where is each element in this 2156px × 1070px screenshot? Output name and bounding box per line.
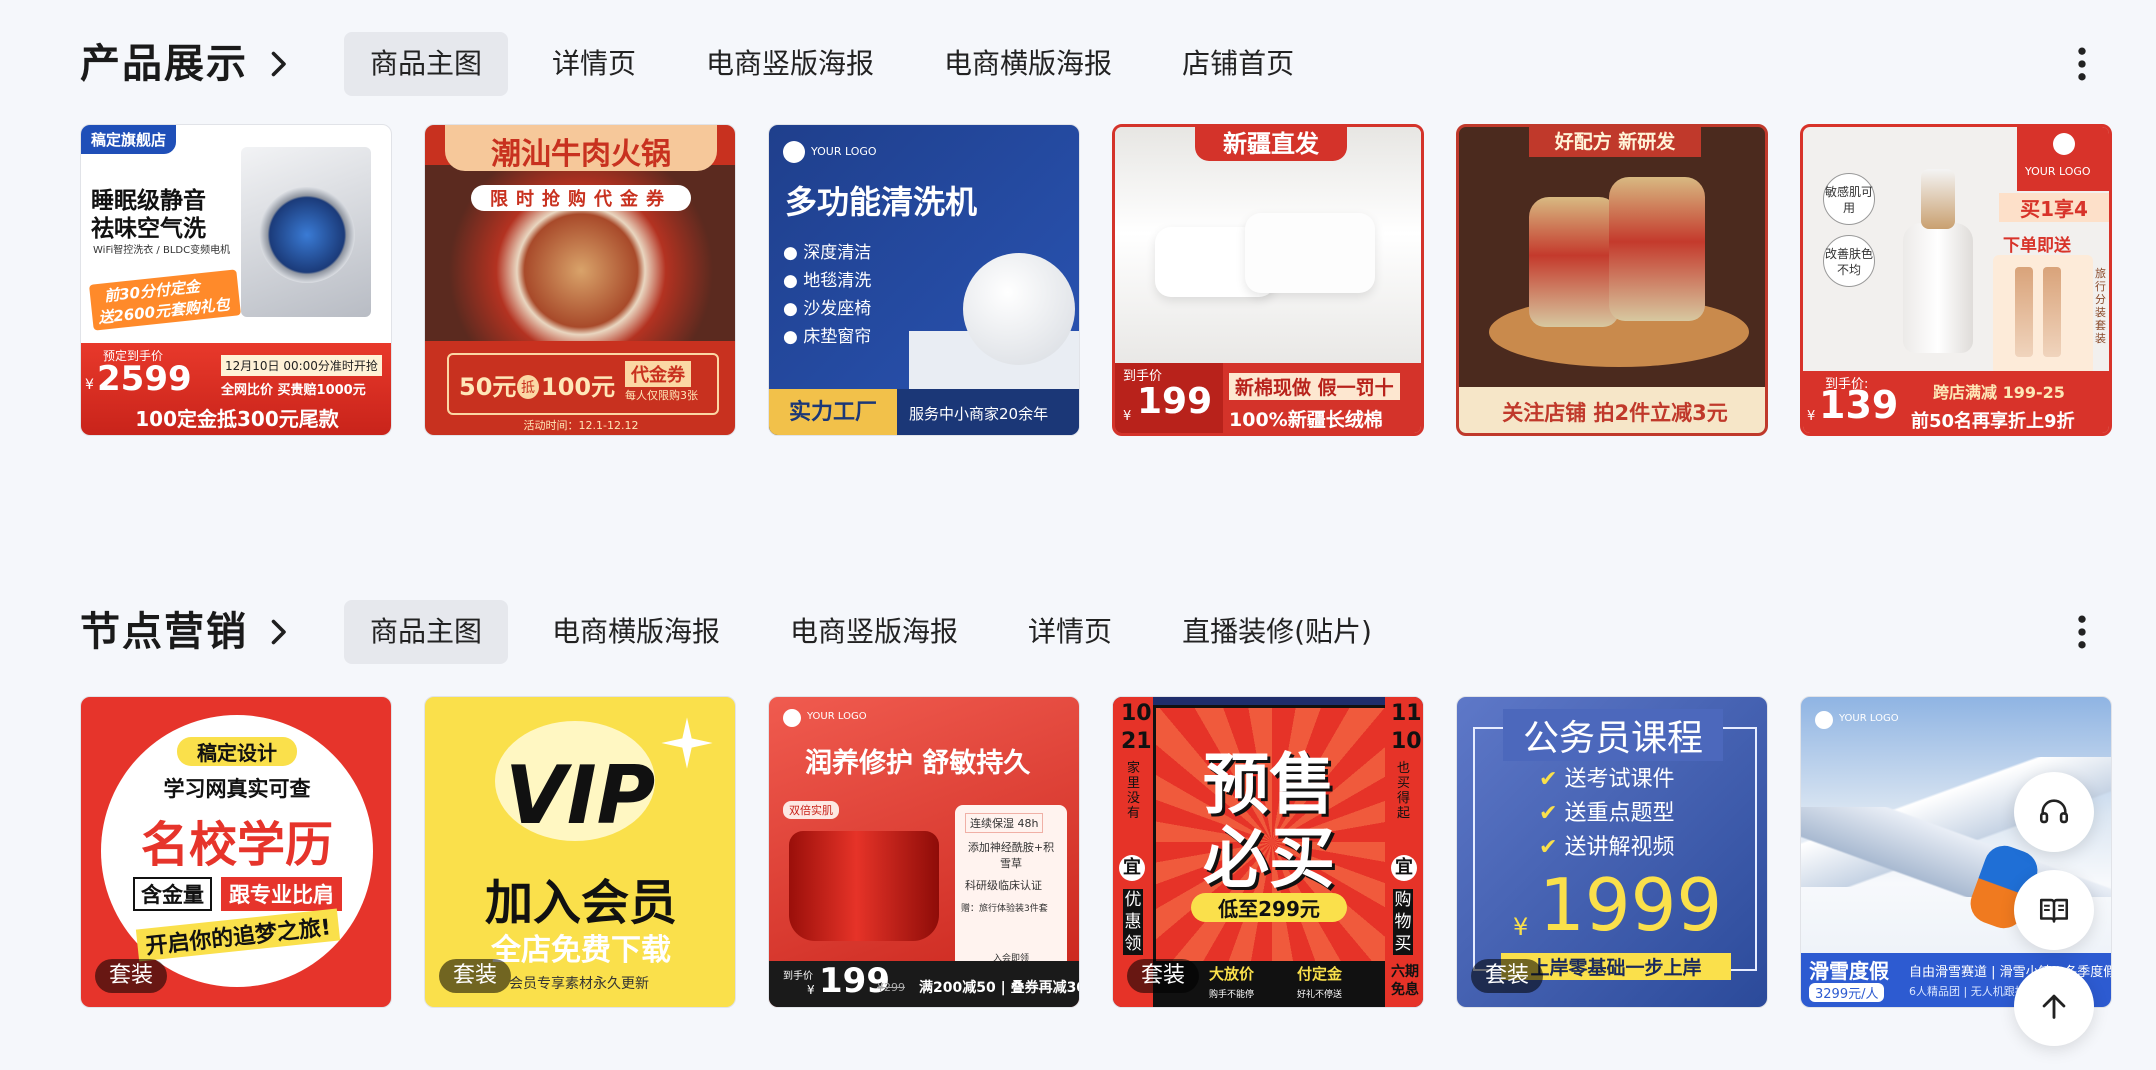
- tab-horizontal-poster[interactable]: 电商横版海报: [918, 32, 1138, 96]
- tab-vertical-poster[interactable]: 电商竖版海报: [764, 600, 984, 664]
- jar-right: [1609, 177, 1705, 321]
- tab-store-home[interactable]: 店铺首页: [1156, 32, 1320, 96]
- manual-button[interactable]: [2014, 870, 2094, 950]
- store-tag: 稿定旗舰店: [81, 125, 177, 154]
- template-card-presale[interactable]: 10 21 11 10 家里没有 也买得起 宜 宜 优惠领 购物买 预售 必买 …: [1112, 696, 1424, 1008]
- set-badge: 套装: [439, 959, 512, 993]
- price-value: 2599: [97, 359, 192, 399]
- logo-mark: [2053, 133, 2075, 155]
- ribbon-text: 限时抢购代金券: [471, 185, 691, 211]
- section-title[interactable]: 节点营销: [80, 608, 248, 656]
- template-card-cream[interactable]: YOUR LOGO 润养修护 舒敏持久 双倍实肌 连续保湿 48h 添加神经酰胺…: [768, 696, 1080, 1008]
- price-value: 199: [1137, 381, 1213, 422]
- card-title: 加入会员: [484, 875, 677, 931]
- card-headline-2: 祛味空气洗: [91, 216, 206, 242]
- card-title: 公务员课程: [1503, 709, 1723, 761]
- card-footer: 关注店铺 拍2件立减3元: [1502, 401, 1728, 425]
- robot-illustration: [963, 253, 1075, 365]
- card-tag: 新疆直发: [1195, 127, 1347, 161]
- card-title: 润养修护 舒敏持久: [805, 748, 1031, 779]
- jar-left: [1529, 197, 1619, 327]
- template-card-ski[interactable]: YOUR LOGO 滑雪度假 3299元/人 自由滑雪赛道 | 滑雪小镇 | 冬…: [1800, 696, 2112, 1008]
- set-badge: 套装: [1471, 959, 1544, 993]
- sparkle-icon: [661, 717, 713, 769]
- logo-mark: [1815, 711, 1833, 729]
- chevron-right-icon[interactable]: [260, 614, 296, 650]
- bottle-illustration: [1903, 223, 1973, 353]
- more-vertical-icon[interactable]: [2060, 42, 2104, 86]
- vip-text: VIP: [505, 749, 656, 842]
- section-header: 节点营销 商品主图 电商横版海报 电商竖版海报 详情页 直播装修(贴片): [80, 600, 2086, 664]
- card-tag: 好配方 新研发: [1529, 127, 1701, 157]
- template-card-sauce[interactable]: 好配方 新研发 关注店铺 拍2件立减3元: [1456, 124, 1768, 436]
- section-header: 产品展示 商品主图 详情页 电商竖版海报 电商横版海报 店铺首页: [80, 32, 2086, 96]
- book-icon: [2039, 898, 2069, 923]
- promo-banner: 前30分付定金 送2600元套购礼包: [89, 269, 241, 331]
- logo-mark: [783, 709, 801, 727]
- card-subtitle: WiFi智控洗衣 / BLDC变频电机: [93, 245, 231, 256]
- section-title[interactable]: 产品展示: [80, 40, 248, 88]
- logo-mark: [783, 141, 805, 163]
- tab-vertical-poster[interactable]: 电商竖版海报: [680, 32, 900, 96]
- card-headline: 名校学历: [140, 817, 333, 873]
- bubble-2: 改善肤色不均: [1823, 235, 1875, 287]
- tab-main-image[interactable]: 商品主图: [344, 32, 509, 96]
- card-footer: 100定金抵300元尾款: [135, 407, 339, 431]
- price-value: 1999: [1539, 863, 1723, 947]
- more-vertical-icon[interactable]: [2060, 610, 2104, 654]
- section-product-display: 产品展示 商品主图 详情页 电商竖版海报 电商横版海报 店铺首页 稿定旗舰店 睡…: [0, 32, 2156, 452]
- set-badge: 套装: [95, 959, 168, 993]
- benefit-list: ✔ 送考试课件 ✔ 送重点题型 ✔ 送讲解视频: [1539, 767, 1675, 860]
- template-card-hotpot[interactable]: 潮汕牛肉火锅 限时抢购代金券 50元 抵 100元 代金券 每人仅限购3张 活动…: [424, 124, 736, 436]
- tab-main-image[interactable]: 商品主图: [344, 600, 509, 664]
- tab-horizontal-poster[interactable]: 电商横版海报: [526, 600, 746, 664]
- template-card-diploma[interactable]: 稿定设计 学习网真实可查 名校学历 含金量 跟专业比肩 开启你的追梦之旅! 套装: [80, 696, 392, 1008]
- category-tabs: 商品主图 电商横版海报 电商竖版海报 详情页 直播装修(贴片): [344, 600, 1416, 664]
- template-card-course[interactable]: 公务员课程 ✔ 送考试课件 ✔ 送重点题型 ✔ 送讲解视频 ¥ 1999 上岸零…: [1456, 696, 1768, 1008]
- bubble-1: 敏感肌可用: [1823, 173, 1875, 225]
- template-card-skincare[interactable]: YOUR LOGO 敏感肌可用 改善肤色不均 买1享4 下单即送 旅行分装套装 …: [1800, 124, 2112, 436]
- section-holiday-marketing: 节点营销 商品主图 电商横版海报 电商竖版海报 详情页 直播装修(贴片) 稿定设…: [0, 600, 2156, 1020]
- customer-service-button[interactable]: [2014, 772, 2094, 852]
- headset-icon: [2039, 799, 2069, 824]
- feature-list: ● 深度清洁 ● 地毯清洗 ● 沙发座椅 ● 床垫窗帘: [783, 243, 872, 347]
- washer-illustration: [241, 147, 371, 317]
- arrow-up-icon: [2042, 994, 2066, 1019]
- template-card-washing-machine[interactable]: 稿定旗舰店 睡眠级静音 祛味空气洗 WiFi智控洗衣 / BLDC变频电机 前3…: [80, 124, 392, 436]
- set-badge: 套装: [1127, 959, 1200, 993]
- price-value: 139: [1819, 383, 1899, 427]
- template-card-bedding[interactable]: 新疆直发 到手价 ¥ 199 新棉现做 假一罚十 100%新疆长绒棉: [1112, 124, 1424, 436]
- card-title: 多功能清洗机: [785, 183, 978, 221]
- tab-live-decoration[interactable]: 直播装修(贴片): [1156, 600, 1398, 664]
- template-card-cleaner[interactable]: YOUR LOGO 多功能清洗机 ● 深度清洁 ● 地毯清洗 ● 沙发座椅 ● …: [768, 124, 1080, 436]
- tab-detail-page[interactable]: 详情页: [526, 32, 662, 96]
- back-to-top-button[interactable]: [2014, 966, 2094, 1046]
- card-title: 潮汕牛肉火锅: [491, 137, 671, 172]
- chevron-right-icon[interactable]: [260, 46, 296, 82]
- category-tabs: 商品主图 详情页 电商竖版海报 电商横版海报 店铺首页: [344, 32, 1338, 96]
- tab-detail-page[interactable]: 详情页: [1002, 600, 1138, 664]
- jar-illustration: [789, 831, 939, 941]
- template-card-vip[interactable]: VIP 加入会员 全店免费下载 会员专享素材永久更新 套装: [424, 696, 736, 1008]
